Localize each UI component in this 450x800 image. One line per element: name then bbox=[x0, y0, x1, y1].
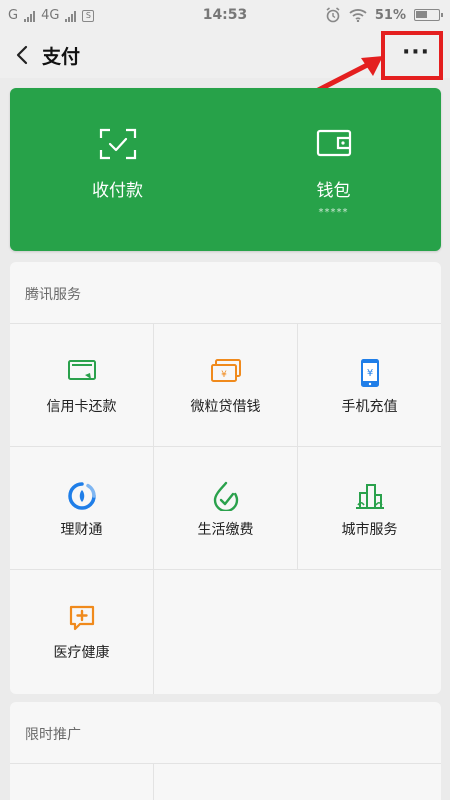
utility-icon bbox=[213, 481, 238, 511]
service-loan[interactable]: ¥ 微粒贷借钱 bbox=[154, 324, 297, 447]
svg-text:¥: ¥ bbox=[366, 368, 372, 379]
wallet-button[interactable]: 钱包 ***** bbox=[226, 88, 441, 251]
service-utility[interactable]: 生活缴费 bbox=[154, 447, 297, 570]
service-label: 信用卡还款 bbox=[46, 399, 117, 415]
promotions-panel: 限时推广 bbox=[10, 702, 441, 800]
service-label: 生活缴费 bbox=[197, 522, 254, 538]
status-right: 51% bbox=[325, 7, 443, 23]
section-title: 限时推广 bbox=[25, 727, 81, 743]
receive-pay-button[interactable]: 收付款 bbox=[10, 88, 225, 251]
svg-text:¥: ¥ bbox=[221, 370, 227, 380]
service-wealth[interactable]: 理财通 bbox=[10, 447, 153, 570]
wallet-balance-mask: ***** bbox=[318, 207, 349, 218]
service-city[interactable]: 城市服务 bbox=[298, 447, 441, 570]
loan-icon: ¥ bbox=[210, 359, 241, 382]
service-label: 理财通 bbox=[60, 522, 103, 538]
wifi-icon bbox=[349, 9, 367, 22]
battery-icon bbox=[414, 9, 443, 21]
status-bar: G 4G S 14:53 51% bbox=[0, 0, 450, 32]
page-title: 支付 bbox=[42, 46, 81, 68]
receive-pay-label: 收付款 bbox=[92, 181, 143, 201]
section-title: 腾讯服务 bbox=[25, 287, 81, 303]
chevron-left-icon bbox=[16, 45, 28, 65]
back-button[interactable] bbox=[10, 40, 36, 70]
service-label: 手机充值 bbox=[341, 399, 398, 415]
divider bbox=[10, 763, 441, 764]
service-label: 微粒贷借钱 bbox=[190, 399, 261, 415]
service-credit-card[interactable]: 信用卡还款 bbox=[10, 324, 153, 447]
city-icon bbox=[355, 484, 384, 509]
wallet-icon bbox=[316, 129, 351, 157]
credit-card-icon bbox=[67, 360, 96, 380]
pay-card: 收付款 钱包 ***** bbox=[10, 88, 441, 251]
medical-icon bbox=[69, 605, 94, 631]
phone-recharge-icon: ¥ bbox=[360, 359, 379, 387]
service-label: 医疗健康 bbox=[53, 645, 110, 661]
tencent-services-panel: 腾讯服务 信用卡还款 ¥ 微粒贷借钱 ¥ 手机充值 理财通 生活缴费 城市服务 … bbox=[10, 262, 441, 694]
service-phone-recharge[interactable]: ¥ 手机充值 bbox=[298, 324, 441, 447]
scan-frame-icon bbox=[99, 128, 136, 160]
battery-percent: 51% bbox=[374, 7, 406, 23]
service-label: 城市服务 bbox=[341, 522, 398, 538]
wallet-label: 钱包 bbox=[316, 181, 351, 201]
wealth-icon bbox=[67, 482, 96, 510]
alarm-icon bbox=[326, 7, 340, 23]
divider bbox=[153, 763, 154, 800]
service-medical[interactable]: 医疗健康 bbox=[10, 570, 153, 693]
